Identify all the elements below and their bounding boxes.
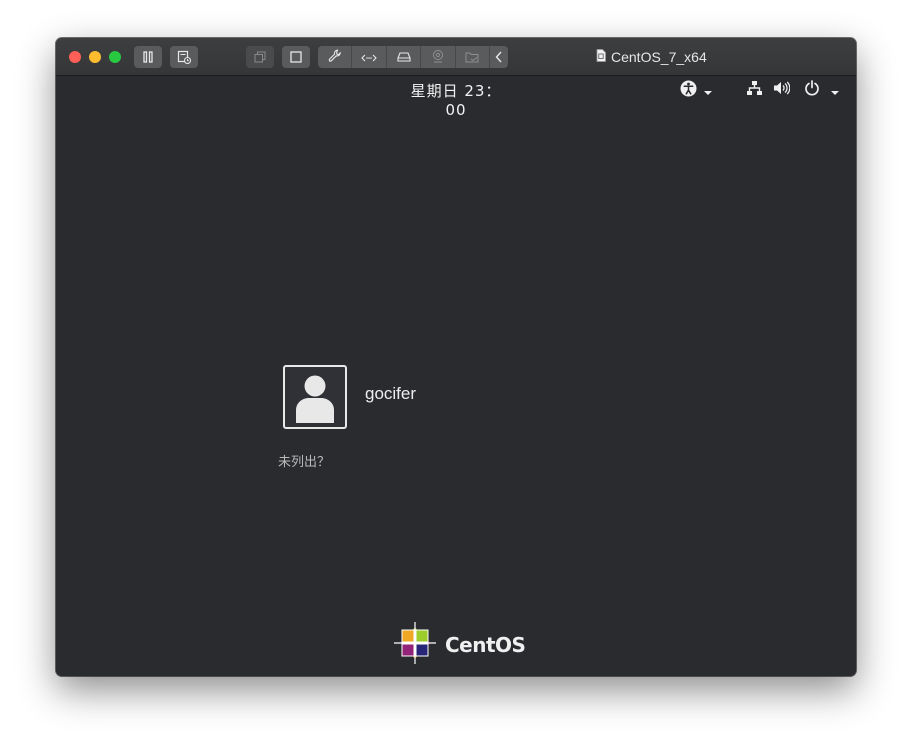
power-icon: [804, 80, 820, 100]
shared-folder-icon: [465, 48, 480, 67]
network-icon: [746, 80, 763, 100]
window-titlebar: CentOS_7_x64: [56, 38, 856, 76]
hard-disk-button[interactable]: [387, 46, 422, 68]
user-avatar[interactable]: [283, 365, 347, 429]
camera-button[interactable]: [421, 46, 456, 68]
unity-button[interactable]: [246, 46, 274, 68]
window-title: CentOS_7_x64: [596, 48, 707, 66]
collapse-chevron-icon: [495, 48, 503, 67]
accessibility-menu[interactable]: [680, 80, 713, 100]
document-icon: [596, 49, 606, 65]
top-bar-clock[interactable]: 星期日 23：00: [401, 80, 511, 119]
window-title-text: CentOS_7_x64: [611, 49, 707, 65]
fullscreen-button[interactable]: [282, 46, 310, 68]
hard-disk-icon: [396, 48, 411, 67]
vm-window: CentOS_7_x64 星期日 23：00 gocifer 未列出？ Cent…: [56, 38, 856, 676]
vm-screen[interactable]: 星期日 23：00 gocifer 未列出？ CentOS: [56, 76, 856, 676]
system-menu[interactable]: [746, 80, 840, 100]
accessibility-icon: [680, 80, 697, 101]
window-stack-icon: [254, 51, 266, 63]
zoom-window-button[interactable]: [109, 51, 121, 63]
centos-logo-text: CentOS: [445, 633, 526, 657]
device-toolbar: [318, 46, 508, 68]
fullscreen-icon: [290, 51, 302, 63]
snapshot-icon: [177, 50, 191, 64]
shared-folder-button[interactable]: [456, 46, 491, 68]
camera-icon: [431, 48, 445, 67]
not-listed-link[interactable]: 未列出？: [278, 451, 330, 470]
pause-button[interactable]: [134, 46, 162, 68]
minimize-window-button[interactable]: [89, 51, 101, 63]
volume-icon: [773, 80, 791, 100]
collapse-toolbar-button[interactable]: [490, 46, 508, 68]
chevron-down-icon: [830, 81, 840, 100]
centos-logo-icon: [393, 621, 437, 669]
settings-button[interactable]: [318, 46, 353, 68]
snapshot-button[interactable]: [170, 46, 198, 68]
network-arrows-icon: [361, 48, 377, 67]
settings-wrench-icon: [328, 48, 342, 67]
user-name[interactable]: gocifer: [365, 384, 416, 404]
user-silhouette-icon: [295, 373, 335, 427]
pause-icon: [142, 51, 154, 63]
network-adapter-button[interactable]: [352, 46, 387, 68]
chevron-down-icon: [703, 81, 713, 100]
centos-logo: CentOS: [393, 621, 526, 669]
close-window-button[interactable]: [69, 51, 81, 63]
